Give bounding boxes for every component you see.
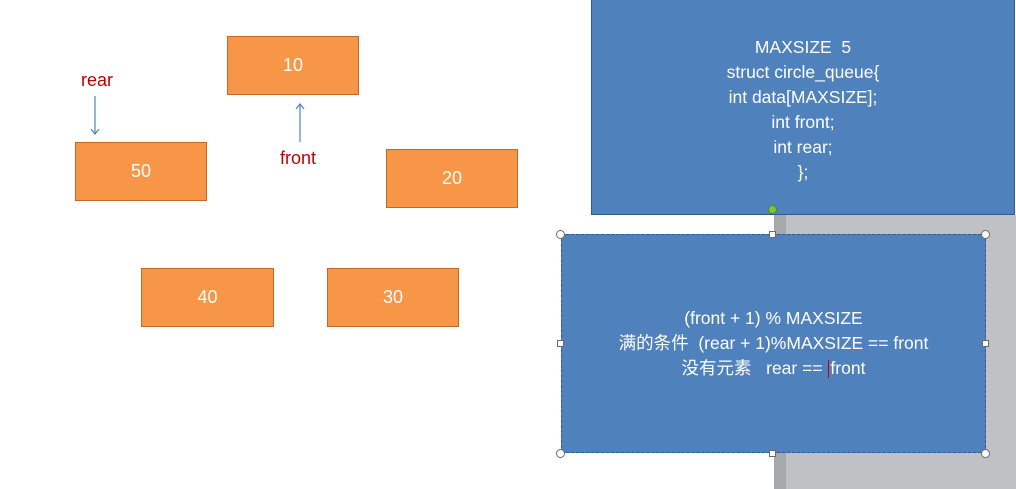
struct-line: MAXSIZE 5 (754, 36, 852, 57)
rotate-handle[interactable] (768, 205, 777, 214)
struct-definition-box[interactable]: MAXSIZE 5 struct circle_queue{ int data[… (591, 0, 1015, 215)
resize-handle-top[interactable] (769, 231, 776, 238)
struct-line: int front; (771, 111, 835, 132)
queue-node-10[interactable]: 10 (227, 36, 359, 95)
rear-label: rear (81, 70, 114, 90)
resize-handle-right[interactable] (982, 340, 989, 347)
resize-handle-bottom-left[interactable] (556, 449, 565, 458)
resize-handle-top-right[interactable] (981, 230, 990, 239)
struct-line: int rear; (773, 136, 833, 157)
queue-node-30[interactable]: 30 (327, 268, 459, 327)
struct-line: struct circle_queue{ (726, 61, 880, 82)
node-value: 30 (382, 287, 404, 307)
resize-handle-top-left[interactable] (556, 230, 565, 239)
condition-line-3-suffix: front (830, 358, 866, 378)
node-value: 10 (282, 55, 304, 75)
struct-line: }; (797, 161, 809, 182)
node-value: 40 (197, 287, 218, 307)
condition-line-1: (front + 1) % MAXSIZE (684, 308, 863, 328)
node-value: 50 (130, 161, 152, 181)
front-label: front (280, 148, 317, 168)
struct-line: int data[MAXSIZE]; (728, 86, 878, 107)
queue-node-40[interactable]: 40 (141, 268, 274, 327)
resize-handle-left[interactable] (557, 340, 564, 347)
condition-box[interactable]: (front + 1) % MAXSIZE 满的条件 (rear + 1)%MA… (561, 234, 986, 453)
condition-line-2: 满的条件 (rear + 1)%MAXSIZE == front (618, 333, 929, 353)
queue-node-50[interactable]: 50 (75, 142, 207, 201)
resize-handle-bottom-right[interactable] (981, 449, 990, 458)
queue-node-20[interactable]: 20 (386, 149, 518, 208)
condition-line-3-prefix: 没有元素 rear == (681, 358, 823, 378)
node-value: 20 (441, 168, 463, 188)
condition-line-3: 没有元素 rear == front (681, 356, 866, 381)
resize-handle-bottom[interactable] (769, 450, 776, 457)
